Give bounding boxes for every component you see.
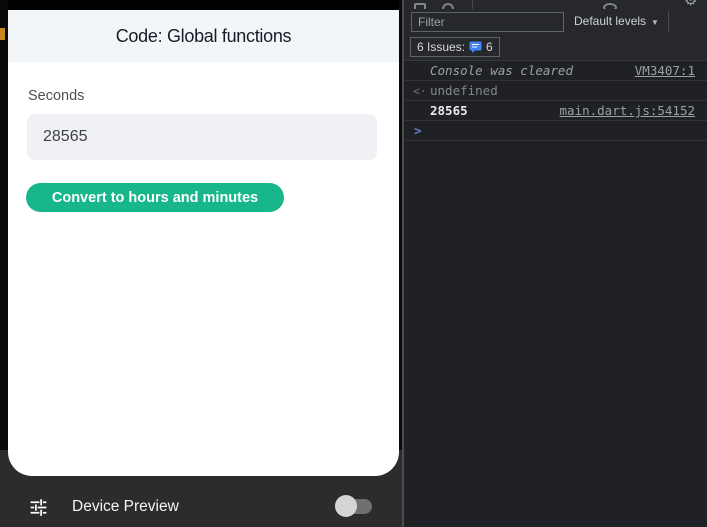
- page-title: Code: Global functions: [8, 10, 399, 62]
- issues-bar: 6 Issues: 6: [404, 36, 707, 60]
- console-prompt-row[interactable]: >: [404, 121, 707, 141]
- seconds-label: Seconds: [28, 88, 84, 104]
- device-preview-bar: Device Preview: [0, 476, 402, 527]
- issues-badge[interactable]: 6 Issues: 6: [410, 37, 500, 57]
- device-preview-label: Device Preview: [72, 498, 179, 516]
- console-info-text: Console was cleared: [430, 63, 573, 78]
- left-edge-marker: [0, 28, 5, 40]
- console-prompt-chevron: >: [414, 121, 422, 141]
- log-levels-label: Default levels: [574, 14, 646, 28]
- tune-icon[interactable]: [28, 497, 49, 518]
- issues-count: 6: [486, 40, 493, 54]
- source-link[interactable]: main.dart.js:54152: [560, 101, 695, 121]
- log-levels-dropdown[interactable]: Default levels ▼: [574, 14, 659, 28]
- toolbar-divider: [668, 11, 669, 32]
- toolbar-divider: [472, 0, 473, 9]
- convert-button[interactable]: Convert to hours and minutes: [26, 183, 284, 212]
- console-log-text: 28565: [430, 103, 468, 118]
- devtools-toolbar-clipped: ⚙: [404, 0, 707, 9]
- seconds-input[interactable]: [27, 114, 377, 160]
- flutter-app-region: Code: Global functions Seconds Convert t…: [0, 0, 402, 527]
- console-row-log: 28565 main.dart.js:54152: [404, 101, 707, 121]
- console-row-cleared: Console was cleared VM3407:1: [404, 61, 707, 81]
- device-preview-panel: Code: Global functions Seconds Convert t…: [8, 0, 399, 476]
- issues-label: 6 Issues:: [417, 40, 465, 54]
- app-header: Code: Global functions: [8, 10, 399, 62]
- device-status-bar: [8, 0, 399, 10]
- toggle-thumb: [335, 495, 357, 517]
- screen: Code: Global functions Seconds Convert t…: [0, 0, 707, 527]
- device-preview-toggle[interactable]: [335, 495, 373, 518]
- chevron-down-icon: ▼: [651, 18, 659, 27]
- issues-message-icon: [469, 41, 482, 53]
- console-row-result: <· undefined: [404, 81, 707, 101]
- console-messages: Console was cleared VM3407:1 <· undefine…: [404, 60, 707, 141]
- console-filter-input[interactable]: [411, 12, 564, 32]
- settings-gear-icon[interactable]: ⚙: [684, 0, 697, 9]
- devtools-console-panel: ⚙ Default levels ▼ 6 Issues:: [402, 0, 707, 527]
- console-result-text: undefined: [430, 83, 498, 98]
- console-filter-row: Default levels ▼: [404, 9, 707, 36]
- return-value-icon: <·: [413, 81, 427, 101]
- source-link[interactable]: VM3407:1: [635, 61, 695, 81]
